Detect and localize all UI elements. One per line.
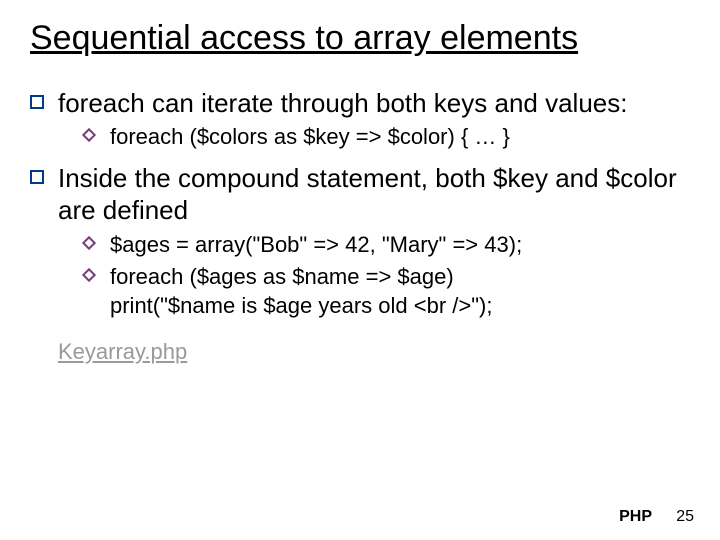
page-number: 25 bbox=[676, 508, 694, 526]
sub-bullet-text: foreach ($ages as $name => $age) bbox=[110, 264, 454, 289]
diamond-bullet-icon bbox=[82, 268, 96, 282]
diamond-bullet-icon bbox=[82, 236, 96, 250]
sub-bullet-item: foreach ($ages as $name => $age) print("… bbox=[58, 263, 690, 320]
square-bullet-icon bbox=[30, 95, 44, 109]
sub-bullet-text: foreach ($colors as $key => $color) { … … bbox=[110, 124, 510, 149]
sub-bullet-item: foreach ($colors as $key => $color) { … … bbox=[58, 123, 690, 152]
sub-bullet-list: $ages = array("Bob" => 42, "Mary" => 43)… bbox=[58, 231, 690, 321]
bullet-item: Inside the compound statement, both $key… bbox=[30, 162, 690, 321]
bullet-item: foreach can iterate through both keys an… bbox=[30, 87, 690, 152]
file-link[interactable]: Keyarray.php bbox=[58, 339, 690, 365]
bullet-text: foreach can iterate through both keys an… bbox=[58, 88, 627, 118]
bullet-list: foreach can iterate through both keys an… bbox=[30, 87, 690, 321]
footer-label: PHP bbox=[619, 508, 652, 526]
bullet-text: Inside the compound statement, both $key… bbox=[58, 163, 677, 226]
sub-bullet-list: foreach ($colors as $key => $color) { … … bbox=[58, 123, 690, 152]
diamond-bullet-icon bbox=[82, 128, 96, 142]
sub-bullet-item: $ages = array("Bob" => 42, "Mary" => 43)… bbox=[58, 231, 690, 260]
square-bullet-icon bbox=[30, 170, 44, 184]
slide-title: Sequential access to array elements bbox=[30, 18, 690, 59]
slide: Sequential access to array elements fore… bbox=[0, 0, 720, 540]
sub-bullet-text-continuation: print("$name is $age years old <br />"); bbox=[110, 293, 492, 318]
sub-bullet-text: $ages = array("Bob" => 42, "Mary" => 43)… bbox=[110, 232, 522, 257]
